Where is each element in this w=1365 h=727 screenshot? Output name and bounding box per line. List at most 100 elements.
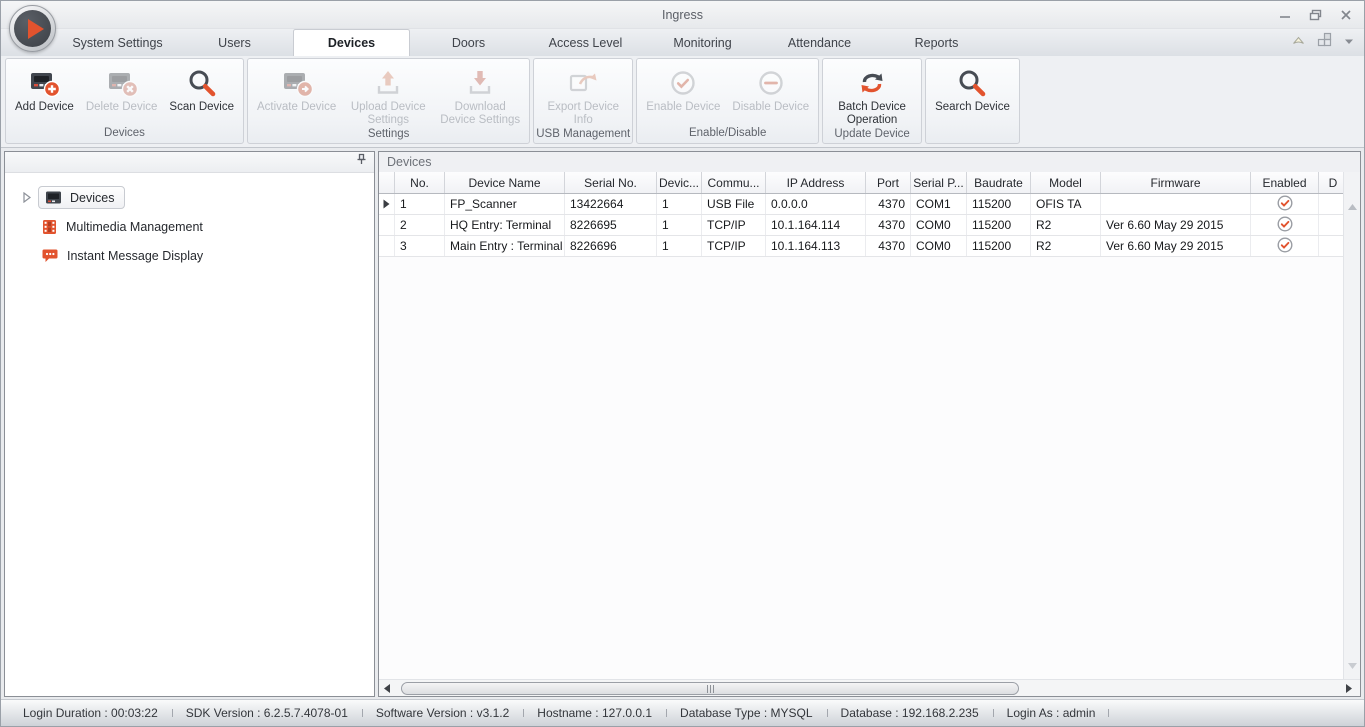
- restore-button[interactable]: [1309, 9, 1322, 21]
- cell-devic: 1: [657, 236, 702, 256]
- batch-device-operation-button[interactable]: Batch Device Operation: [826, 61, 918, 127]
- ribbon-button-label: Download Device Settings: [440, 101, 521, 126]
- close-button[interactable]: [1340, 9, 1352, 21]
- table-row[interactable]: 1 FP_Scanner 13422664 1 USB File 0.0.0.0 4370 C…: [379, 194, 1343, 215]
- ribbon-button-label: Search Device: [935, 101, 1010, 113]
- expand-arrow-icon[interactable]: [23, 192, 33, 203]
- ribbon-group-enable-disable: Enable Device Disable Device Enable/Disabl…: [636, 58, 820, 144]
- ribbon-toolbar: Add Device Delete Device Scan Device Device…: [1, 56, 1364, 148]
- sidebar-header: [5, 152, 374, 173]
- cell-ip-address: 0.0.0.0: [766, 194, 866, 214]
- column-header-model[interactable]: Model: [1031, 172, 1101, 193]
- instant-message-icon: [42, 248, 58, 263]
- column-header-devic[interactable]: Devic...: [657, 172, 702, 193]
- cell-no: 1: [395, 194, 445, 214]
- ribbon-group-label: Devices: [104, 127, 145, 139]
- ribbon-group-usb-management: Export Device Info USB Management: [533, 58, 634, 144]
- scan-device-button[interactable]: Scan Device: [163, 61, 240, 126]
- cell-baudrate: 115200: [967, 194, 1031, 214]
- download-device-settings-button: Download Device Settings: [434, 61, 526, 127]
- ribbon-button-label: Enable Device: [646, 101, 721, 113]
- cell-device-name: FP_Scanner: [445, 194, 565, 214]
- cell-model: OFIS TA: [1031, 194, 1101, 214]
- table-row[interactable]: 2 HQ Entry: Terminal 8226695 1 TCP/IP 10.1.16…: [379, 215, 1343, 236]
- status-login-duration: Login Duration : 00:03:22: [23, 706, 158, 720]
- table-row[interactable]: 3 Main Entry : Terminal 8226696 1 TCP/IP 10.1…: [379, 236, 1343, 257]
- scan-device-icon: [187, 64, 217, 101]
- sidebar-item-devices[interactable]: Devices: [23, 183, 374, 212]
- scroll-left-icon[interactable]: [379, 683, 395, 694]
- devices-panel: Devices No. Device Name Serial No. Devic...…: [378, 151, 1361, 697]
- ribbon-tab-bar: System Settings Users Devices Doors Access L…: [1, 5, 1364, 56]
- window-title: Ingress: [662, 7, 703, 22]
- cell-device-name: Main Entry : Terminal: [445, 236, 565, 256]
- enabled-check-icon: [1276, 236, 1293, 256]
- tab-access-level[interactable]: Access Level: [527, 29, 644, 56]
- column-header-d[interactable]: D: [1319, 172, 1343, 193]
- tree-node: Instant Message Display: [42, 248, 203, 263]
- layout-grid-icon[interactable]: [1317, 32, 1333, 52]
- tab-devices[interactable]: Devices: [293, 29, 410, 56]
- status-bar: Login Duration : 00:03:22 SDK Version : 6…: [1, 699, 1364, 726]
- cell-firmware: Ver 6.60 May 29 2015: [1101, 215, 1251, 235]
- tree-item-label: Devices: [70, 190, 115, 205]
- window-controls: [1279, 1, 1352, 28]
- ribbon-group-update-device: Batch Device Operation Update Device: [822, 58, 923, 144]
- minimize-button[interactable]: [1279, 9, 1291, 21]
- pin-icon[interactable]: [355, 153, 367, 171]
- disable-device-button: Disable Device: [726, 61, 815, 126]
- scroll-down-icon[interactable]: [1347, 657, 1358, 675]
- column-header-enabled[interactable]: Enabled: [1251, 172, 1319, 193]
- cell-ip-address: 10.1.164.113: [766, 236, 866, 256]
- sidebar-item-multimedia-management[interactable]: Multimedia Management: [23, 212, 374, 241]
- table-header-row: No. Device Name Serial No. Devic... Commu...…: [379, 172, 1343, 194]
- tab-reports[interactable]: Reports: [878, 29, 995, 56]
- cell-enabled: [1251, 194, 1319, 214]
- cell-devic: 1: [657, 215, 702, 235]
- ribbon-mini-toolbar: [1291, 32, 1354, 52]
- app-menu-button[interactable]: [9, 5, 56, 52]
- column-header-device-name[interactable]: Device Name: [445, 172, 565, 193]
- column-header-serial-no[interactable]: Serial No.: [565, 172, 657, 193]
- tab-monitoring[interactable]: Monitoring: [644, 29, 761, 56]
- device-tree: Devices Multimedia Management Instant Mess…: [5, 173, 374, 270]
- scrollbar-thumb[interactable]: [401, 682, 1020, 695]
- download-device-settings-icon: [464, 64, 496, 101]
- disable-device-icon: [756, 64, 786, 101]
- cell-serial-no: 13422664: [565, 194, 657, 214]
- tab-attendance[interactable]: Attendance: [761, 29, 878, 56]
- add-device-button[interactable]: Add Device: [9, 61, 80, 126]
- column-header-no[interactable]: No.: [395, 172, 445, 193]
- column-header-firmware[interactable]: Firmware: [1101, 172, 1251, 193]
- scroll-up-icon[interactable]: [1347, 198, 1358, 216]
- cell-enabled: [1251, 215, 1319, 235]
- status-hostname: Hostname : 127.0.0.1: [523, 706, 666, 720]
- cell-firmware: [1101, 194, 1251, 214]
- column-header-port[interactable]: Port: [866, 172, 911, 193]
- column-header-ip-address[interactable]: IP Address: [766, 172, 866, 193]
- search-device-button[interactable]: Search Device: [929, 61, 1016, 143]
- tab-doors[interactable]: Doors: [410, 29, 527, 56]
- cell-serial-no: 8226696: [565, 236, 657, 256]
- selected-tree-node: Devices: [38, 186, 126, 209]
- multimedia-icon: [42, 219, 57, 235]
- column-header-serial-p[interactable]: Serial P...: [911, 172, 967, 193]
- column-header-baudrate[interactable]: Baudrate: [967, 172, 1031, 193]
- tab-system-settings[interactable]: System Settings: [59, 29, 176, 56]
- cell-baudrate: 115200: [967, 215, 1031, 235]
- tab-users[interactable]: Users: [176, 29, 293, 56]
- vertical-scrollbar[interactable]: [1343, 172, 1360, 679]
- ribbon-button-label: Export Device Info: [547, 101, 620, 126]
- device-icon: [45, 190, 62, 205]
- cell-device-name: HQ Entry: Terminal: [445, 215, 565, 235]
- collapse-ribbon-icon[interactable]: [1291, 33, 1306, 51]
- horizontal-scrollbar[interactable]: [379, 679, 1360, 696]
- sidebar-item-instant-message-display[interactable]: Instant Message Display: [23, 241, 374, 270]
- cell-devic: 1: [657, 194, 702, 214]
- mini-dropdown-icon[interactable]: [1344, 33, 1354, 51]
- scroll-right-icon[interactable]: [1341, 683, 1357, 694]
- tree-node: Multimedia Management: [42, 219, 203, 235]
- ribbon-button-label: Scan Device: [169, 101, 234, 113]
- column-header-commu[interactable]: Commu...: [702, 172, 766, 193]
- batch-device-operation-icon: [856, 64, 888, 101]
